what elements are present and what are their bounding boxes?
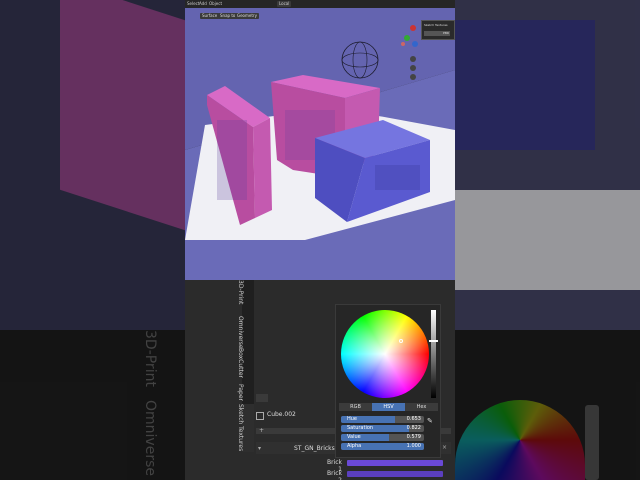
hand-icon[interactable] (410, 65, 416, 71)
modifier-name[interactable]: ST_GN_Bricks (294, 445, 335, 452)
alpha-field[interactable]: Alpha 1.000 (341, 443, 424, 450)
saturation-field[interactable]: Saturation 0.822 (341, 425, 424, 432)
brick-2-color-swatch[interactable] (347, 471, 443, 477)
mode-rgb-button[interactable]: RGB (339, 403, 372, 411)
hsv-color-wheel[interactable] (341, 310, 429, 398)
object-name: Cube.002 (267, 411, 296, 418)
menu-select[interactable]: Select (187, 1, 199, 6)
object-icon (256, 412, 264, 420)
hue-field[interactable]: Hue 0.653 (341, 416, 424, 423)
tab-3d-print[interactable]: 3D-Print (237, 280, 254, 314)
snap-target-dropdown[interactable]: Geometry (235, 13, 259, 19)
chevron-down-icon[interactable]: ▾ (258, 445, 261, 452)
tab-sketch-textures[interactable]: Sketch Textures (237, 404, 254, 452)
wheel-cursor[interactable] (399, 339, 403, 343)
menu-bar: Select Add Object Local (185, 0, 455, 8)
mode-hsv-button[interactable]: HSV (372, 403, 405, 411)
menu-object[interactable]: Object (209, 1, 222, 6)
camera-icon[interactable] (410, 74, 416, 80)
value-slider-handle[interactable] (429, 340, 438, 342)
tab-omniverse[interactable]: Omniverse (237, 316, 254, 349)
editor-type-icon[interactable] (256, 394, 268, 402)
3d-viewport[interactable]: Select Add Object Local Surface Snap to … (185, 0, 455, 280)
blender-screen: Select Add Object Local Surface Snap to … (185, 0, 455, 480)
brick-1-color-swatch[interactable] (347, 460, 443, 466)
right-background-blur (455, 0, 640, 480)
value-slider[interactable] (431, 310, 436, 398)
snap-mode-dropdown[interactable]: Surface (200, 13, 220, 19)
add-icon[interactable]: + (259, 427, 264, 434)
sidebar-tabs: 3D-Print Omniverse BoxCutter Paper Sketc… (237, 280, 254, 452)
panel-title: Sketch Textures (424, 23, 448, 27)
viewport-scene (185, 0, 455, 280)
value-field[interactable]: Value 0.579 (341, 434, 424, 441)
input-label-brick-2: Brick 2 (326, 470, 342, 480)
tool-header: Surface Snap to Geometry (185, 12, 455, 20)
left-background-blur: 3D-Print Omniverse (0, 0, 185, 480)
menu-add[interactable]: Add (199, 1, 207, 6)
eyedropper-icon[interactable]: ✎ (427, 417, 435, 425)
pbr-button[interactable]: PBR (424, 31, 450, 36)
mode-hex-button[interactable]: Hex (405, 403, 438, 411)
orientation-dropdown[interactable]: Local (277, 1, 292, 7)
sketch-textures-panel: Sketch Textures PBR (421, 20, 455, 40)
color-picker-popup: RGB HSV Hex Hue 0.653 Saturation 0.822 V… (335, 304, 441, 458)
tab-boxcutter[interactable]: BoxCutter (237, 348, 254, 382)
zoom-icon[interactable] (410, 56, 416, 62)
close-icon[interactable]: × (442, 444, 447, 451)
tab-paper[interactable]: Paper (237, 384, 254, 402)
